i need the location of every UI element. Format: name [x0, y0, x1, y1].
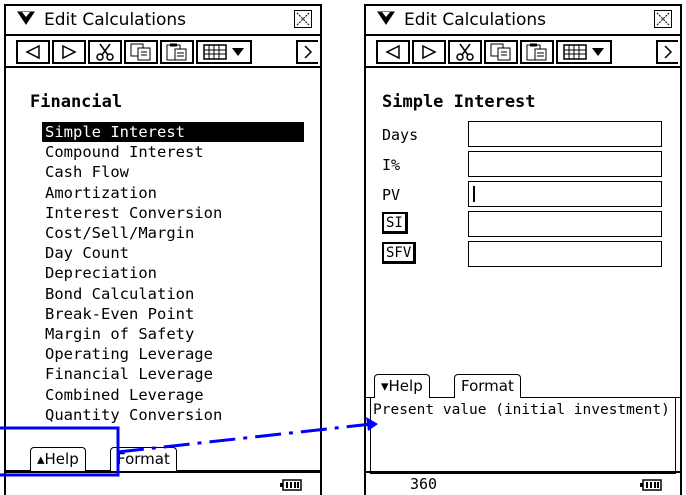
- toolbar-scroll-right-button[interactable]: [296, 40, 318, 64]
- scroll-right-icon: [304, 45, 313, 59]
- list-item[interactable]: Simple Interest: [42, 122, 304, 143]
- copy-button[interactable]: [124, 40, 158, 64]
- scroll-right-icon: [664, 45, 673, 59]
- left-arrow-icon: [25, 44, 40, 60]
- days-input[interactable]: [468, 121, 662, 147]
- heart-menu-icon: [16, 10, 36, 30]
- toolbar: [6, 36, 320, 68]
- paste-button[interactable]: [520, 40, 554, 64]
- left-arrow-icon: [385, 44, 400, 60]
- edit-calculations-menu[interactable]: Edit Calculations: [376, 9, 546, 31]
- list-item[interactable]: Cash Flow: [42, 162, 304, 182]
- si-result-field: [468, 211, 662, 237]
- copy-icon: [490, 43, 511, 61]
- matrix-dropdown-button[interactable]: [196, 40, 252, 64]
- matrix-icon: [563, 44, 587, 60]
- paste-icon: [526, 43, 547, 61]
- list-item[interactable]: Quantity Conversion: [42, 405, 304, 425]
- interest-rate-input[interactable]: [468, 151, 662, 177]
- tab-format[interactable]: Format: [110, 447, 177, 471]
- back-button[interactable]: [376, 40, 410, 64]
- tab-format[interactable]: Format: [454, 374, 521, 398]
- list-item[interactable]: Amortization: [42, 183, 304, 203]
- list-item[interactable]: Financial Leverage: [42, 364, 304, 384]
- list-item[interactable]: Day Count: [42, 243, 304, 263]
- matrix-dropdown-button[interactable]: [556, 40, 612, 64]
- list-item[interactable]: Interest Conversion: [42, 203, 304, 223]
- status-value: 360: [410, 475, 438, 493]
- battery-icon: [280, 477, 302, 495]
- panel-title: Financial: [30, 92, 123, 112]
- sfv-button[interactable]: SFV: [382, 242, 417, 264]
- list-item[interactable]: Margin of Safety: [42, 324, 304, 344]
- panel-title: Simple Interest: [382, 92, 536, 112]
- chevron-down-icon: [232, 48, 244, 56]
- chevron-down-icon: [592, 48, 604, 56]
- toolbar: [366, 36, 680, 68]
- tab-help[interactable]: ▾Help: [374, 374, 430, 398]
- right-arrow-icon: [422, 44, 437, 60]
- menu-bar: Edit Calculations: [6, 6, 320, 36]
- list-item[interactable]: Bond Calculation: [42, 284, 304, 304]
- matrix-icon: [203, 44, 227, 60]
- right-window: Edit Calculations Simple Interest Days I…: [364, 4, 682, 495]
- status-bar: 360: [366, 471, 680, 495]
- close-icon[interactable]: [654, 10, 672, 28]
- financial-list: Simple Interest Compound Interest Cash F…: [42, 122, 304, 425]
- menu-bar: Edit Calculations: [366, 6, 680, 36]
- cut-button[interactable]: [88, 40, 122, 64]
- list-item[interactable]: Break-Even Point: [42, 304, 304, 324]
- list-item[interactable]: Depreciation: [42, 263, 304, 283]
- list-item[interactable]: Cost/Sell/Margin: [42, 223, 304, 243]
- pv-input[interactable]: [468, 181, 662, 207]
- edit-calculations-menu[interactable]: Edit Calculations: [16, 9, 186, 31]
- cut-button[interactable]: [448, 40, 482, 64]
- scissors-icon: [456, 43, 474, 61]
- toolbar-scroll-right-button[interactable]: [656, 40, 678, 64]
- copy-button[interactable]: [484, 40, 518, 64]
- left-window: Edit Calculations Financial Simple Inter…: [4, 4, 322, 495]
- list-item[interactable]: Compound Interest: [42, 142, 304, 162]
- close-icon[interactable]: [294, 10, 312, 28]
- battery-icon: [640, 477, 662, 495]
- help-text: Present value (initial investment): [373, 402, 670, 418]
- interest-rate-label: I%: [382, 156, 401, 174]
- back-button[interactable]: [16, 40, 50, 64]
- forward-button[interactable]: [412, 40, 446, 64]
- paste-button[interactable]: [160, 40, 194, 64]
- help-panel: Present value (initial investment): [370, 398, 676, 474]
- status-bar: [6, 471, 320, 495]
- heart-menu-icon: [376, 10, 396, 30]
- si-button[interactable]: SI: [382, 212, 408, 234]
- sfv-result-field: [468, 241, 662, 267]
- copy-icon: [130, 43, 151, 61]
- tab-help[interactable]: ▴Help: [30, 447, 86, 471]
- menu-title: Edit Calculations: [44, 10, 187, 30]
- paste-icon: [166, 43, 187, 61]
- pv-label: PV: [382, 186, 401, 204]
- menu-title: Edit Calculations: [404, 10, 547, 30]
- forward-button[interactable]: [52, 40, 86, 64]
- list-item[interactable]: Operating Leverage: [42, 344, 304, 364]
- right-arrow-icon: [62, 44, 77, 60]
- scissors-icon: [96, 43, 114, 61]
- list-item[interactable]: Combined Leverage: [42, 385, 304, 405]
- days-label: Days: [382, 126, 419, 144]
